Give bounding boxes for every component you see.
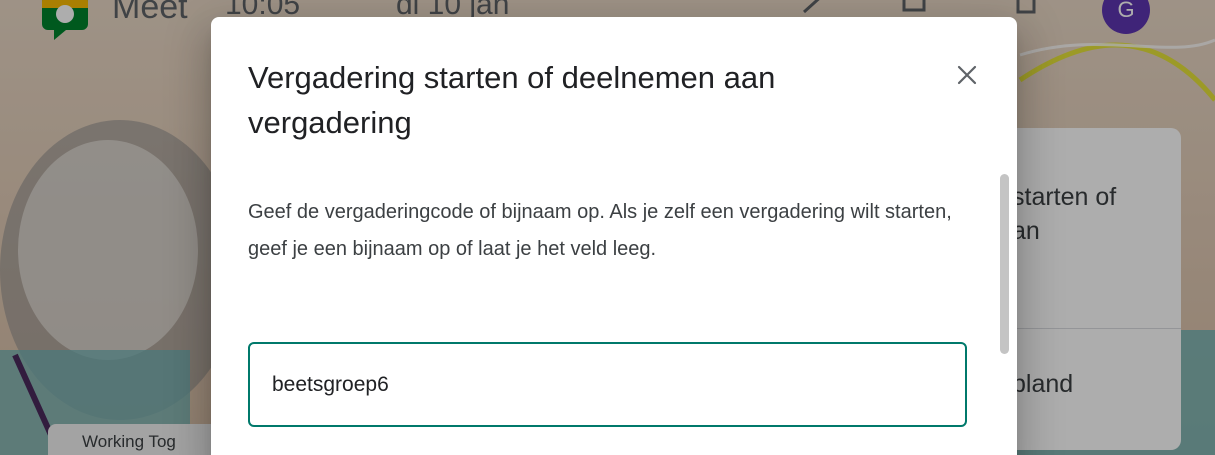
dialog-title: Vergadering starten of deelnemen aan ver…: [248, 60, 776, 140]
dialog-scrollbar[interactable]: [1000, 174, 1009, 354]
meeting-code-input[interactable]: [248, 342, 967, 427]
dialog-description: Geef de vergaderingcode of bijnaam op. A…: [248, 201, 952, 260]
close-icon: [957, 65, 977, 85]
join-meeting-dialog: Vergadering starten of deelnemen aan ver…: [211, 17, 1017, 455]
close-button[interactable]: [947, 55, 987, 95]
